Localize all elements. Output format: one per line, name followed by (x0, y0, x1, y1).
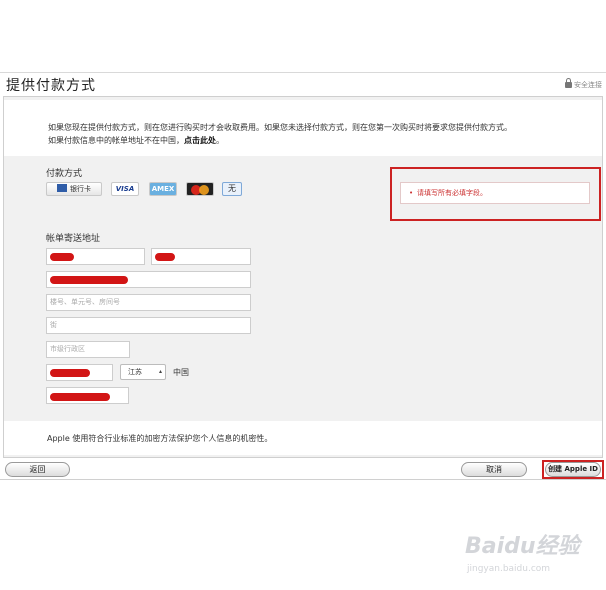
notice-line-2-suffix: 。 (216, 136, 224, 145)
back-button[interactable]: 返回 (5, 462, 70, 477)
redaction-mark (50, 276, 128, 284)
click-here-link[interactable]: 点击此处 (184, 136, 216, 145)
district-field[interactable]: 街 (46, 317, 251, 334)
payment-method-label: 付款方式 (46, 169, 83, 179)
secure-connection-link[interactable]: 安全连接 (565, 78, 602, 90)
footer-divider (0, 479, 606, 480)
province-value: 江苏 (128, 368, 142, 376)
watermark-logo: Baidu经验 (465, 534, 580, 559)
cancel-button[interactable]: 取消 (461, 462, 527, 477)
error-highlight-box: 请填写所有必填字段。 (390, 167, 601, 221)
notice-line-1: 如果您现在提供付款方式，则在您进行购买时才会收取费用。如果您未选择付款方式，则在… (48, 123, 512, 132)
privacy-note: Apple 使用符合行业标准的加密方法保护您个人信息的机密性。 (4, 421, 602, 455)
select-arrows-icon: ▴ (158, 368, 162, 375)
country-label: 中国 (173, 368, 189, 377)
billing-address-label: 帐单寄送地址 (46, 234, 101, 244)
page-title: 提供付款方式 (6, 78, 96, 94)
payment-option-amex[interactable]: AMEX (149, 182, 177, 196)
baidu-watermark: Baidu经验 jingyan.baidu.com (465, 528, 605, 588)
address-line2-field[interactable]: 楼号、单元号、房间号 (46, 294, 251, 311)
redaction-mark (50, 369, 90, 377)
province-select[interactable]: 江苏 ▴ (120, 364, 166, 380)
city-field[interactable]: 市级行政区 (46, 341, 130, 358)
top-blank-area (0, 0, 606, 72)
redaction-mark (50, 393, 110, 401)
bank-card-label: 银行卡 (70, 185, 91, 193)
last-name-field[interactable] (151, 248, 251, 265)
mastercard-orange-circle-icon (199, 185, 209, 195)
bank-icon (57, 184, 67, 192)
payment-option-visa[interactable]: VISA (111, 182, 139, 196)
street-address-field[interactable] (46, 271, 251, 288)
notice-line-2: 如果付款信息中的帐单地址不在中国，点击此处。 (48, 135, 224, 146)
watermark-url: jingyan.baidu.com (467, 564, 551, 574)
lock-icon (565, 78, 572, 88)
privacy-text: Apple 使用符合行业标准的加密方法保护您个人信息的机密性。 (47, 434, 273, 443)
error-message: 请填写所有必填字段。 (400, 182, 590, 204)
header-divider (0, 72, 606, 73)
notice-line-2-prefix: 如果付款信息中的帐单地址不在中国， (48, 136, 184, 145)
phone-field[interactable] (46, 387, 129, 404)
redaction-mark (155, 253, 175, 261)
redaction-mark (50, 253, 74, 261)
secure-label: 安全连接 (574, 81, 602, 89)
payment-option-mastercard[interactable] (186, 182, 214, 196)
create-apple-id-button[interactable]: 创建 Apple ID (545, 462, 601, 477)
notice-box: 如果您现在提供付款方式，则在您进行购买时才会收取费用。如果您未选择付款方式，则在… (4, 100, 602, 156)
payment-option-none[interactable]: 无 (222, 182, 242, 196)
first-name-field[interactable] (46, 248, 145, 265)
payment-option-bank-card[interactable]: 银行卡 (46, 182, 102, 196)
postal-code-field[interactable] (46, 364, 113, 381)
